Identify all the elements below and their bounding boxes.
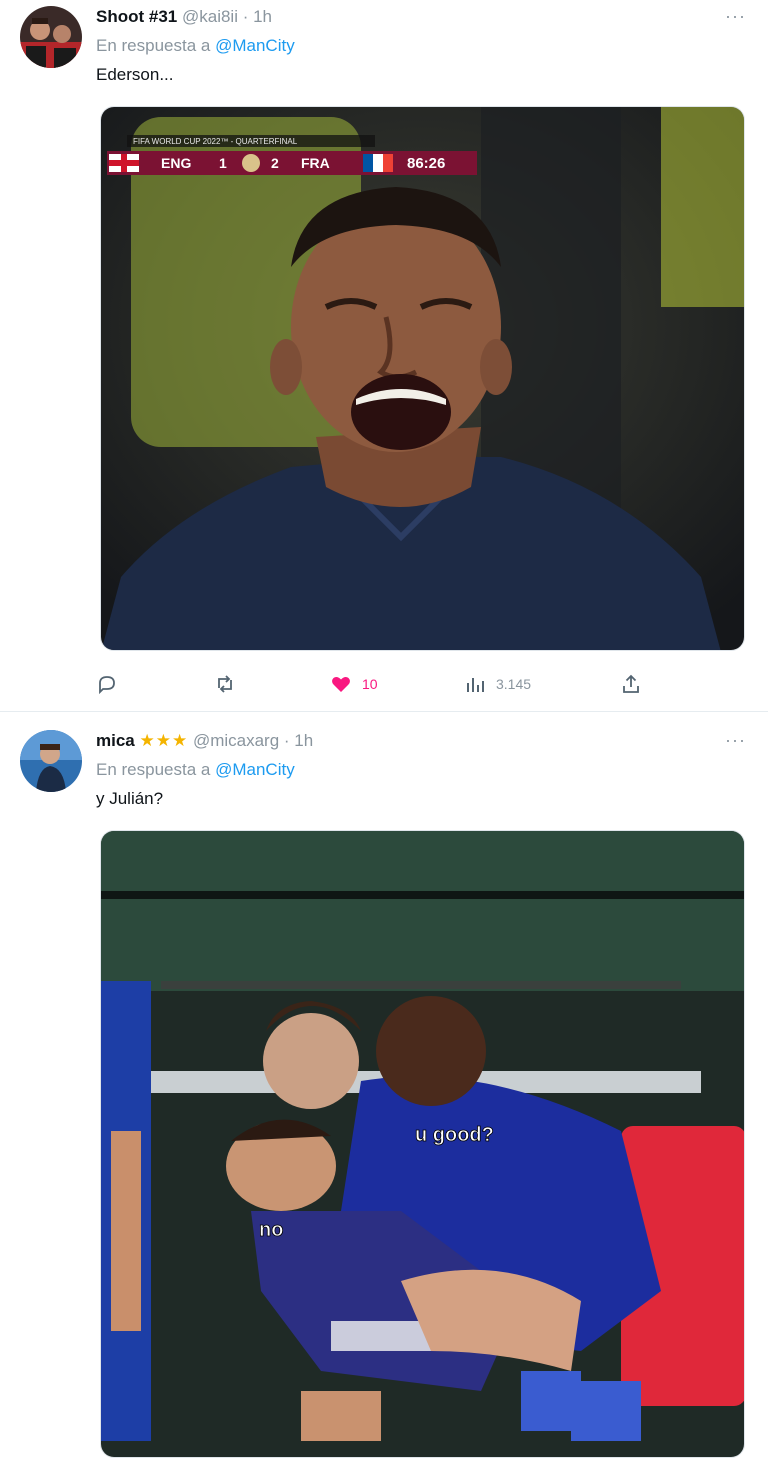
photo-players-bench: u good? no bbox=[101, 831, 744, 1457]
more-options-button[interactable]: ··· bbox=[725, 730, 746, 751]
tweet-text: y Julián? bbox=[96, 789, 164, 808]
handle[interactable]: @kai8ii bbox=[182, 7, 238, 26]
tweet-header: mica ★★★ @micaxarg · 1h bbox=[96, 730, 313, 752]
scorebug-home-score: 1 bbox=[219, 155, 227, 171]
heart-filled-icon bbox=[332, 677, 350, 692]
like-button[interactable]: 10 bbox=[330, 670, 378, 698]
mention-link[interactable]: @ManCity bbox=[215, 36, 295, 55]
scorebug-away: FRA bbox=[301, 155, 330, 171]
mention-link[interactable]: @ManCity bbox=[215, 760, 295, 779]
caption-no: no bbox=[259, 1219, 283, 1241]
scorebug-competition: FIFA WORLD CUP 2022™ - QUARTERFINAL bbox=[133, 137, 298, 146]
avatar[interactable] bbox=[20, 6, 82, 68]
share-icon bbox=[623, 674, 639, 693]
tweet-actions: 10 3.145 bbox=[96, 670, 656, 698]
star-emojis: ★★★ bbox=[139, 731, 189, 750]
timestamp[interactable]: · 1h bbox=[243, 7, 272, 26]
reply-context: En respuesta a @ManCity bbox=[96, 35, 295, 57]
more-options-button[interactable]: ··· bbox=[725, 6, 746, 27]
reply-prefix: En respuesta a bbox=[96, 760, 211, 779]
tweet-kai8ii[interactable]: Shoot #31 @kai8ii · 1h ··· En respuesta … bbox=[0, 0, 768, 712]
views-icon bbox=[467, 678, 484, 692]
views-button[interactable]: 3.145 bbox=[464, 670, 531, 698]
avatar[interactable] bbox=[20, 730, 82, 792]
display-name[interactable]: mica bbox=[96, 731, 135, 750]
tweet-header: Shoot #31 @kai8ii · 1h bbox=[96, 6, 272, 28]
retweet-icon bbox=[218, 675, 232, 693]
photo-laughing-player: FIFA WORLD CUP 2022™ - QUARTERFINAL ENG … bbox=[101, 107, 744, 650]
handle[interactable]: @micaxarg bbox=[193, 731, 279, 750]
scorebug-home: ENG bbox=[161, 155, 191, 171]
tweet-photo[interactable]: u good? no bbox=[100, 830, 745, 1458]
reply-context: En respuesta a @ManCity bbox=[96, 759, 295, 781]
tweet-text: Ederson... bbox=[96, 65, 174, 84]
caption-u-good: u good? bbox=[415, 1124, 494, 1146]
tweet-micaxarg[interactable]: mica ★★★ @micaxarg · 1h ··· En respuesta… bbox=[0, 712, 768, 1474]
timestamp[interactable]: · 1h bbox=[284, 731, 313, 750]
scorebug-clock: 86:26 bbox=[407, 155, 445, 172]
display-name[interactable]: Shoot #31 bbox=[96, 7, 177, 26]
retweet-button[interactable] bbox=[214, 670, 236, 698]
reply-prefix: En respuesta a bbox=[96, 36, 211, 55]
like-count: 10 bbox=[362, 676, 378, 692]
share-button[interactable] bbox=[620, 670, 642, 698]
reply-icon bbox=[99, 676, 115, 695]
tweet-photo[interactable]: FIFA WORLD CUP 2022™ - QUARTERFINAL ENG … bbox=[100, 106, 745, 651]
scorebug-away-score: 2 bbox=[271, 155, 279, 171]
reply-button[interactable] bbox=[96, 670, 118, 698]
view-count: 3.145 bbox=[496, 676, 532, 692]
